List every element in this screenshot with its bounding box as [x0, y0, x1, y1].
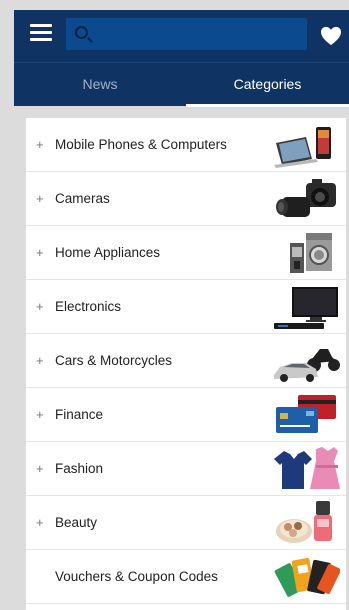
category-label: Mobile Phones & Computers: [55, 137, 227, 152]
search-bar[interactable]: [66, 18, 307, 50]
car-motorcycle-image: [274, 349, 340, 382]
category-item-finance[interactable]: + Finance: [26, 388, 346, 442]
cosmetics-image: [276, 501, 332, 543]
category-item-electronics[interactable]: + Electronics: [26, 280, 346, 334]
category-item-beauty[interactable]: + Beauty: [26, 496, 346, 550]
heart-icon[interactable]: [320, 26, 342, 46]
hamburger-menu-icon[interactable]: [30, 24, 52, 42]
expand-icon: +: [36, 461, 44, 476]
category-item-cameras[interactable]: + Cameras: [26, 172, 346, 226]
cameras-image: [276, 179, 336, 217]
expand-icon: +: [36, 407, 44, 422]
expand-icon: +: [36, 191, 44, 206]
category-item-cars-motorcycles[interactable]: + Cars & Motorcycles: [26, 334, 346, 388]
tablet-and-phone-image: [274, 127, 331, 168]
expand-icon: +: [36, 137, 44, 152]
credit-cards-image: [276, 395, 336, 433]
category-list: + Mobile Phones & Computers + Cameras + …: [26, 118, 346, 610]
category-label: Home Appliances: [55, 245, 161, 260]
appliances-image: [290, 233, 332, 273]
category-item-fashion[interactable]: + Fashion: [26, 442, 346, 496]
category-label: Electronics: [55, 299, 122, 314]
category-label: Fashion: [55, 461, 104, 476]
category-item-home-appliances[interactable]: + Home Appliances: [26, 226, 346, 280]
tab-news[interactable]: News: [14, 63, 186, 107]
clothing-image: [274, 447, 340, 489]
tab-bar: News Categories: [14, 62, 349, 107]
tab-categories[interactable]: Categories: [186, 63, 349, 107]
category-label: Vouchers & Coupon Codes: [55, 569, 218, 584]
category-label: Beauty: [55, 515, 98, 530]
app-header: News Categories: [14, 10, 349, 107]
tv-image: [274, 287, 338, 329]
expand-icon: +: [36, 353, 44, 368]
search-input[interactable]: [94, 18, 299, 50]
expand-icon: +: [36, 245, 44, 260]
category-label: Cars & Motorcycles: [55, 353, 173, 368]
expand-icon: +: [36, 515, 44, 530]
category-item-mobile-phones-computers[interactable]: + Mobile Phones & Computers: [26, 118, 346, 172]
category-label: Finance: [55, 407, 104, 422]
vouchers-image: [274, 557, 340, 597]
expand-icon: +: [36, 299, 44, 314]
category-item-vouchers-coupon-codes[interactable]: Vouchers & Coupon Codes: [26, 550, 346, 604]
category-label: Cameras: [55, 191, 110, 206]
search-icon: [75, 26, 88, 39]
